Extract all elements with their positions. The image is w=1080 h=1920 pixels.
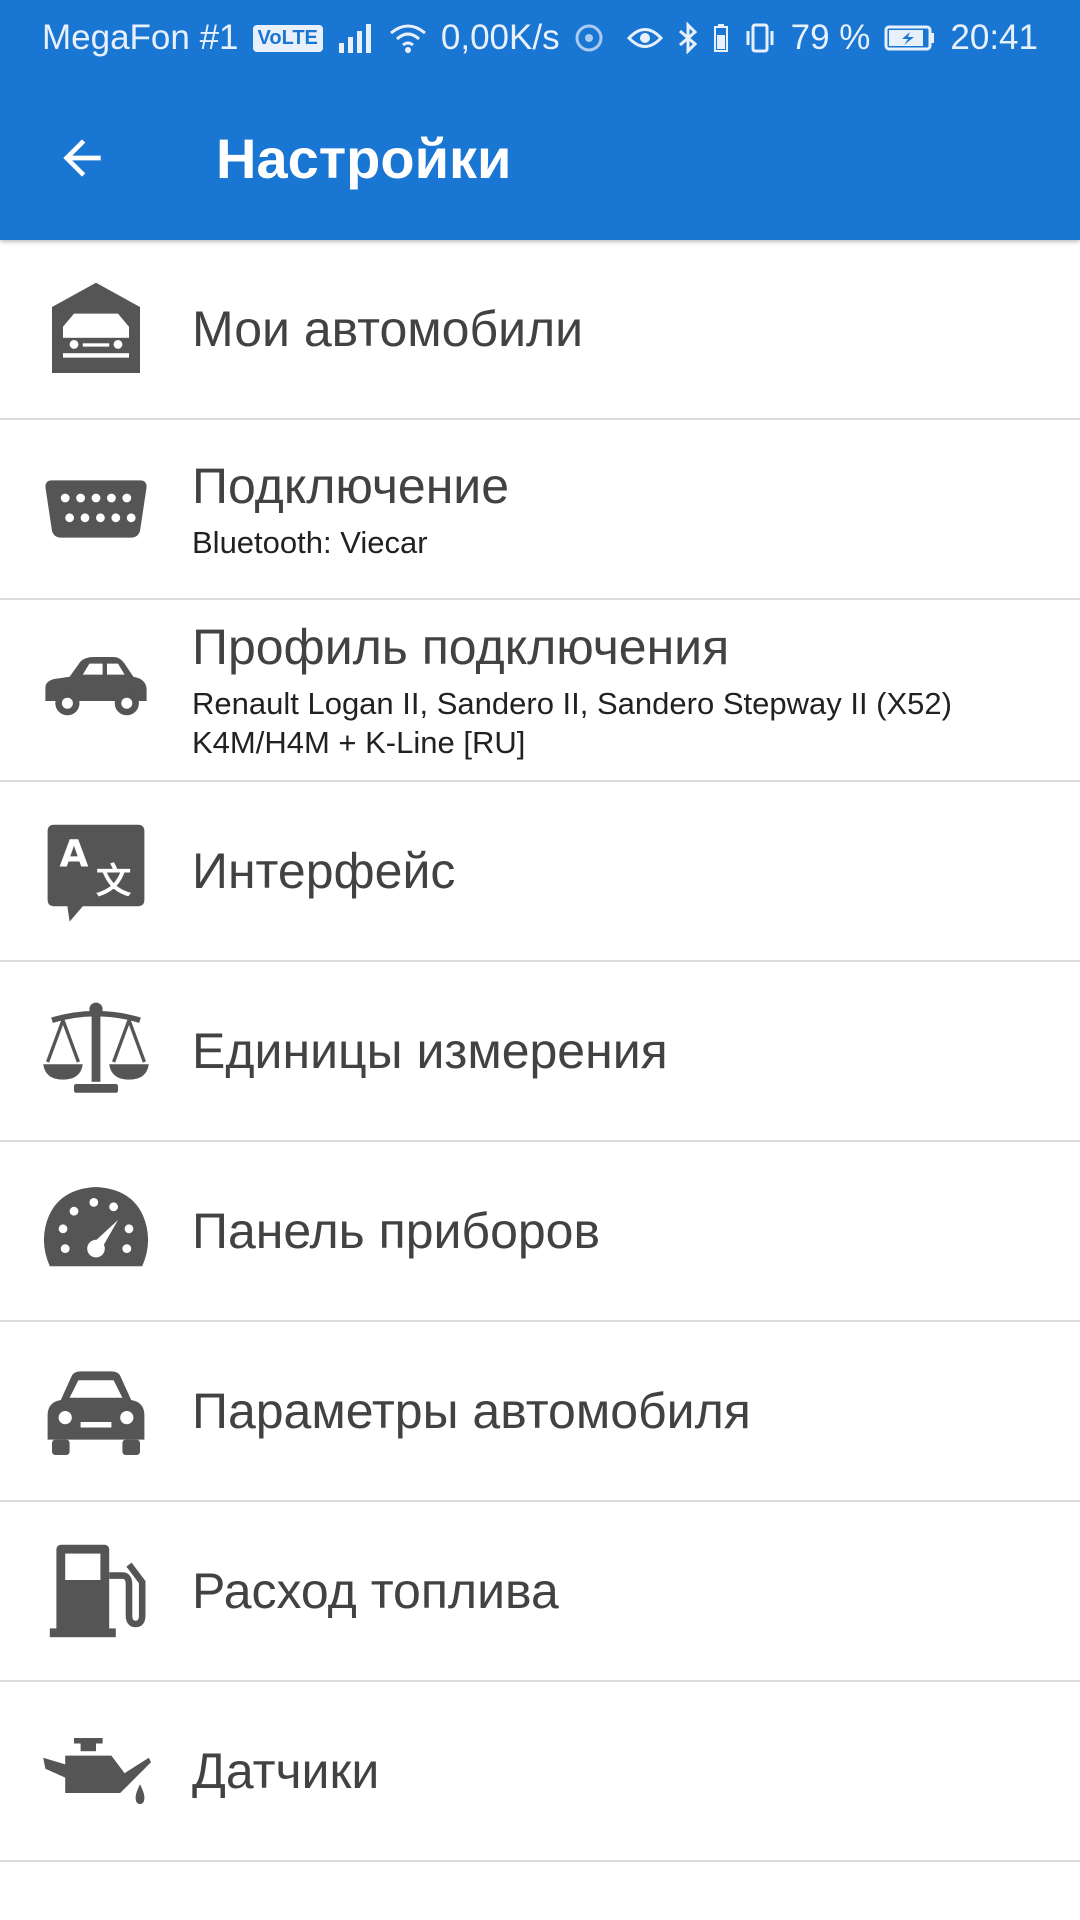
settings-item-label: Интерфейс: [192, 843, 456, 899]
svg-text:文: 文: [96, 861, 132, 902]
settings-item-label: Расход топлива: [192, 1563, 559, 1619]
obd-connector-icon: [0, 454, 192, 564]
small-battery-icon: [713, 23, 729, 53]
clock: 20:41: [950, 18, 1038, 57]
status-bar: MegaFon #1 VoLTE 0,00K/s 79 % 20:41: [0, 0, 1080, 76]
settings-item-fuel-consumption[interactable]: Расход топлива: [0, 1502, 1080, 1682]
settings-item-connection[interactable]: Подключение Bluetooth: Viecar: [0, 420, 1080, 600]
arrow-back-icon: [63, 139, 101, 177]
fuel-pump-icon: [0, 1536, 192, 1646]
settings-item-connection-profile[interactable]: Профиль подключения Renault Logan II, Sa…: [0, 600, 1080, 782]
settings-item-label: Параметры автомобиля: [192, 1383, 751, 1439]
settings-item-dashboard[interactable]: Панель приборов: [0, 1142, 1080, 1322]
speedometer-icon: [0, 1176, 192, 1286]
battery-charging-icon: [884, 24, 936, 52]
settings-item-interface[interactable]: A文 Интерфейс: [0, 782, 1080, 962]
settings-item-car-params[interactable]: Параметры автомобиля: [0, 1322, 1080, 1502]
settings-list: Мои автомобили Подключение Bluetooth: Vi…: [0, 240, 1080, 1862]
settings-item-label: Датчики: [192, 1743, 380, 1799]
translate-icon: A文: [0, 816, 192, 926]
settings-item-label: Подключение: [192, 457, 510, 514]
settings-item-label: Мои автомобили: [192, 301, 584, 357]
settings-item-units[interactable]: Единицы измерения: [0, 962, 1080, 1142]
settings-item-my-cars[interactable]: Мои автомобили: [0, 240, 1080, 420]
app-bar: MegaFon #1 VoLTE 0,00K/s 79 % 20:41 Наст…: [0, 0, 1080, 240]
car-front-icon: [0, 1356, 192, 1466]
music-icon: [574, 23, 604, 53]
volte-badge: VoLTE: [252, 24, 323, 52]
bluetooth-icon: [677, 22, 699, 54]
car-side-icon: [0, 635, 192, 745]
wifi-icon: [389, 23, 427, 53]
oil-can-icon: [0, 1716, 192, 1826]
eye-icon: [626, 25, 663, 51]
settings-item-sublabel: Renault Logan II, Sandero II, Sandero St…: [192, 686, 952, 760]
carrier-name: MegaFon #1: [42, 18, 239, 57]
settings-item-label: Профиль подключения: [192, 619, 730, 676]
toolbar: Настройки: [0, 76, 1080, 240]
settings-item-label: Панель приборов: [192, 1203, 601, 1259]
vibrate-icon: [743, 23, 777, 53]
scale-icon: [0, 996, 192, 1106]
back-button[interactable]: [42, 118, 122, 198]
svg-text:A: A: [60, 832, 89, 876]
battery-percent: 79 %: [790, 18, 871, 57]
network-speed: 0,00K/s: [440, 18, 560, 57]
garage-icon: [0, 274, 192, 384]
settings-item-sensors[interactable]: Датчики: [0, 1682, 1080, 1862]
page-title: Настройки: [216, 126, 512, 190]
settings-item-label: Единицы измерения: [192, 1023, 668, 1079]
signal-icon: [337, 23, 375, 53]
settings-item-sublabel: Bluetooth: Viecar: [192, 524, 428, 560]
